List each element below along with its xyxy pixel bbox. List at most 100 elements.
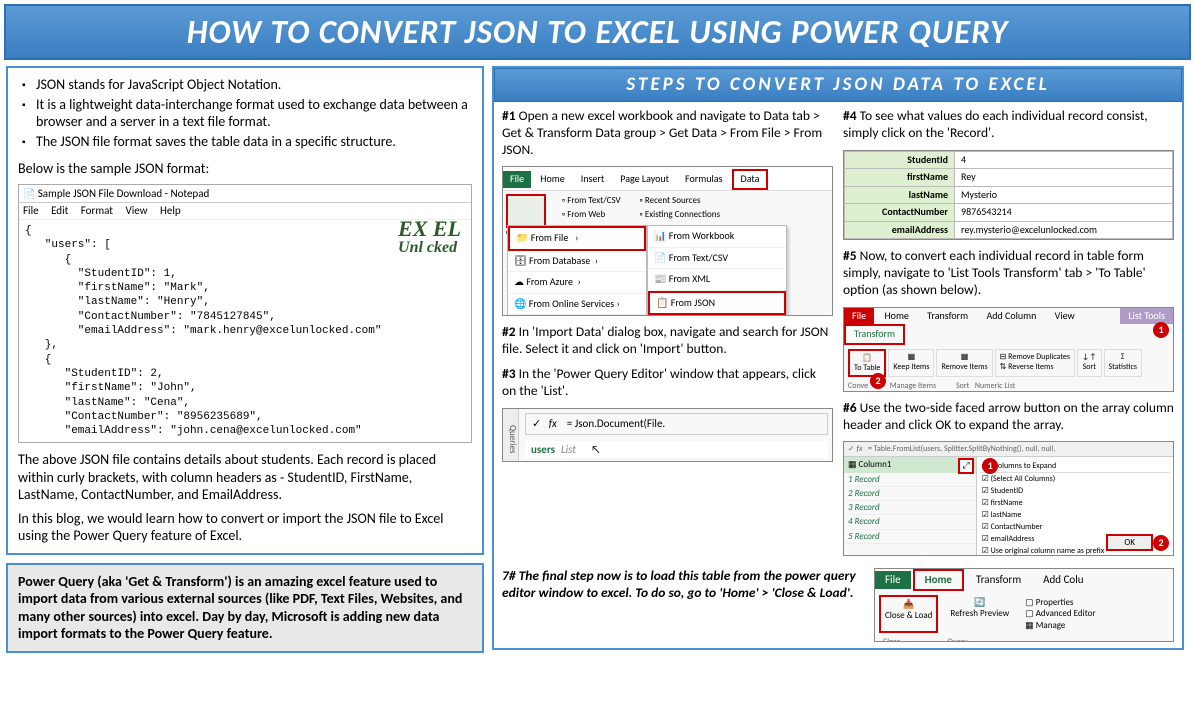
tab-home: Home: [533, 171, 571, 188]
bullet-item: It is a lightweight data-interchange for…: [22, 96, 472, 131]
pq-ribbon-body: 📋To Table ▦Keep Items ▦Remove Items ⊟ Re…: [844, 345, 1173, 381]
chk-opt: ☑ firstName: [980, 497, 1170, 509]
get-data-button: [506, 194, 546, 228]
submenu-textcsv: 📄 From Text/CSV: [648, 248, 786, 270]
tab-file: File: [844, 308, 874, 325]
intro-panel: JSON stands for JavaScript Object Notati…: [6, 66, 484, 555]
tab-transform: Transform: [919, 308, 976, 325]
pq-ribbon-tabs: List Tools File Home Transform Add Colum…: [844, 308, 1173, 345]
ribbon-item: Recent Sources: [640, 194, 720, 208]
page-title: HOW TO CONVERT JSON TO EXCEL USING POWER…: [12, 12, 1183, 52]
record-row: 5 Record: [844, 530, 976, 544]
watermark-bottom: Unl cked: [398, 238, 461, 258]
pq-home-body: 📥Close & Load 🔄Refresh Preview ▢ Propert…: [875, 591, 1173, 637]
formula-bar: ✓ fx = Json.Document(File.: [525, 413, 828, 435]
step-2-text: #2 In 'Import Data' dialog box, navigate…: [502, 324, 833, 358]
main-layout: JSON stands for JavaScript Object Notati…: [0, 66, 1195, 653]
ok-button: OK: [1106, 534, 1153, 551]
tab-addcol: Add Colu: [1033, 571, 1093, 589]
page-title-bar: HOW TO CONVERT JSON TO EXCEL USING POWER…: [4, 4, 1191, 60]
chk-opt: ☑ StudentID: [980, 485, 1170, 497]
tab-file: File: [875, 571, 911, 589]
context-tab: List Tools: [1120, 308, 1173, 325]
record-table: StudentId4 firstNameRey lastNameMysterio…: [844, 151, 1173, 240]
from-file-submenu: 📊 From Workbook 📄 From Text/CSV 📰 From X…: [647, 225, 787, 316]
remove-items: ▦Remove Items: [936, 349, 992, 377]
expand-left: ▦ Column1 ⤢ 1 Record 2 Record 3 Record 4…: [844, 457, 976, 556]
notepad-mock: Sample JSON File Download - Notepad File…: [18, 184, 472, 444]
steps-header: STEPS TO CONVERT JSON DATA TO EXCEL: [494, 68, 1182, 102]
step-7-screenshot: File Home Transform Add Colu 📥Close & Lo…: [874, 568, 1174, 642]
manage-items: ⊟ Remove Duplicates ⇅ Reverse Items: [995, 349, 1075, 377]
menu-item: Edit: [51, 204, 68, 217]
tab-view: View: [1047, 308, 1083, 325]
step-4-screenshot: StudentId4 firstNameRey lastNameMysterio…: [843, 150, 1174, 241]
menu-item: View: [125, 204, 147, 217]
step-3-text: #3 In the 'Power Query Editor' window th…: [502, 366, 833, 400]
record-row: 2 Record: [844, 487, 976, 501]
query-props: ▢ Properties ▢ Advanced Editor ▦ Manage: [1021, 595, 1099, 633]
submenu-workbook: 📊 From Workbook: [648, 226, 786, 248]
pq-home-tabs: File Home Transform Add Colu: [875, 569, 1173, 591]
step-7-text: 7# The final step now is to load this ta…: [502, 568, 864, 602]
expand-panel-title: rch Columns to Expand: [980, 460, 1170, 473]
notepad-titlebar: Sample JSON File Download - Notepad: [19, 185, 471, 204]
step-3-screenshot: Queries ✓ fx = Json.Document(File. users…: [502, 408, 833, 462]
stats: ΣStatistics: [1104, 349, 1142, 377]
tab-addcolumn: Add Column: [978, 308, 1044, 325]
step-6-text: #6 Use the two-side faced arrow button o…: [843, 400, 1174, 434]
record-row: 3 Record: [844, 501, 976, 515]
intro-desc-1: The above JSON file contains details abo…: [18, 451, 472, 504]
pq-row: usersList ↖: [525, 441, 828, 459]
tab-home: Home: [913, 569, 964, 591]
record-row: 1 Record: [844, 473, 976, 487]
tab-insert: Insert: [574, 171, 612, 188]
steps-col-right: #4 To see what values do each individual…: [843, 108, 1174, 565]
chk-all: ☑ (Select All Columns): [980, 473, 1170, 485]
power-query-note: Power Query (aka 'Get & Transform') is a…: [18, 573, 472, 643]
sample-label: Below is the sample JSON format:: [18, 160, 472, 178]
step-1-screenshot: File Home Insert Page Layout Formulas Da…: [502, 166, 833, 316]
tab-home: Home: [876, 308, 916, 325]
tab-data: Data: [732, 169, 769, 190]
to-table-button: 📋To Table: [848, 349, 886, 377]
menu-from-online: 🌐 From Online Services ›: [508, 294, 646, 316]
step-5-screenshot: List Tools File Home Transform Add Colum…: [843, 307, 1174, 392]
chk-opt: ☑ ContactNumber: [980, 521, 1170, 533]
fx-bar: ✓ fx = Table.FromList(users, Splitter.Sp…: [844, 442, 1173, 457]
final-step-row: 7# The final step now is to load this ta…: [494, 568, 1182, 642]
close-load-button: 📥Close & Load: [879, 595, 938, 633]
menu-from-file: 📁 From File ›: [508, 226, 646, 251]
sort-group: ↓↑Sort: [1077, 349, 1101, 377]
right-column: STEPS TO CONVERT JSON DATA TO EXCEL #1 O…: [492, 66, 1184, 653]
left-column: JSON stands for JavaScript Object Notati…: [6, 66, 484, 653]
tab-transform: Transform: [966, 571, 1031, 589]
column-header: ▦ Column1 ⤢: [844, 457, 976, 472]
ribbon-item: From Text/CSV: [562, 194, 634, 208]
badge-1: 1: [1153, 322, 1169, 338]
step-1-text: #1 Open a new excel workbook and navigat…: [502, 108, 833, 159]
queries-sidebar: Queries: [503, 409, 519, 461]
refresh-preview: 🔄Refresh Preview: [946, 595, 1013, 633]
bullet-item: JSON stands for JavaScript Object Notati…: [22, 76, 472, 94]
menu-from-db: 🗄 From Database ›: [508, 251, 646, 273]
steps-col-left: #1 Open a new excel workbook and navigat…: [502, 108, 833, 565]
step-5-text: #5 Now, to convert each individual recor…: [843, 248, 1174, 299]
intro-bullets: JSON stands for JavaScript Object Notati…: [18, 76, 472, 150]
ribbon-item: From Web: [562, 208, 634, 222]
watermark-top: EX EL: [398, 216, 461, 241]
submenu-xml: 📰 From XML: [648, 269, 786, 291]
tab-pagelayout: Page Layout: [613, 171, 676, 188]
step-6-screenshot: ✓ fx = Table.FromList(users, Splitter.Sp…: [843, 441, 1174, 556]
steps-grid: #1 Open a new excel workbook and navigat…: [494, 108, 1182, 565]
step-4-text: #4 To see what values do each individual…: [843, 108, 1174, 142]
submenu-json: 📋 From JSON: [648, 291, 786, 316]
expand-arrow-button: ⤢: [958, 458, 973, 473]
power-query-note-panel: Power Query (aka 'Get & Transform') is a…: [6, 563, 484, 653]
excel-ribbon-tabs: File Home Insert Page Layout Formulas Da…: [503, 167, 832, 191]
tab-file: File: [503, 171, 531, 188]
menu-from-azure: ☁ From Azure ›: [508, 272, 646, 294]
badge-2: 2: [870, 373, 886, 389]
menu-item: File: [23, 204, 39, 217]
tab-transform-active: Transform: [844, 324, 905, 345]
